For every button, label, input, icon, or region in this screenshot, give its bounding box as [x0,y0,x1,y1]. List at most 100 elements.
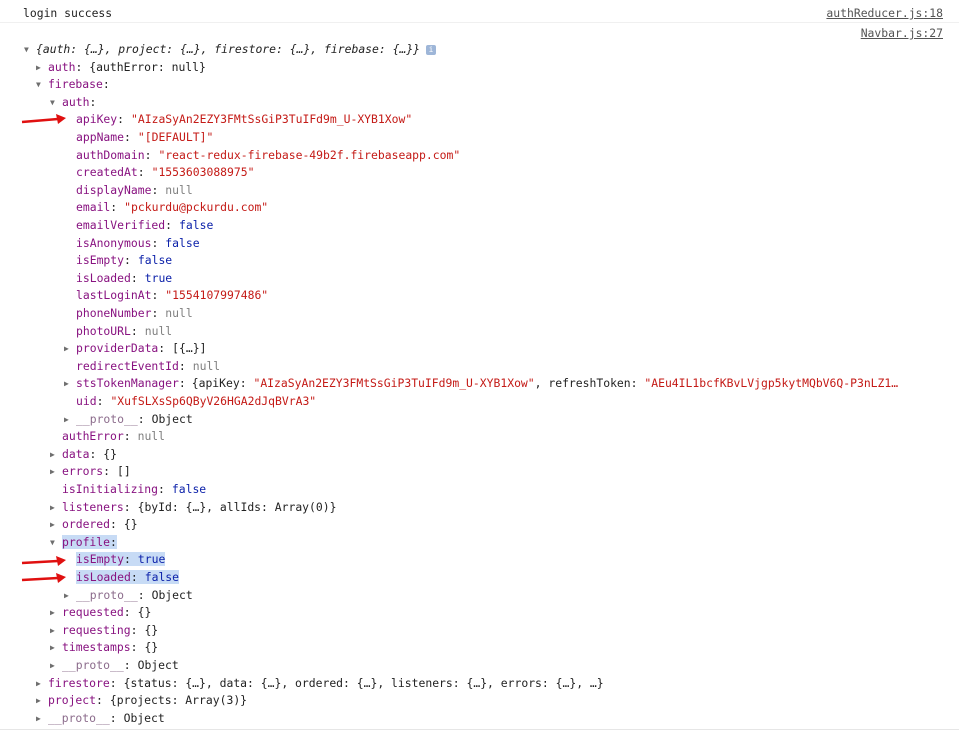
console-message: login success [23,6,113,20]
tree-row: createdAt: "1553603088975" [64,164,254,182]
property-value: {byId: {…}, allIds: Array(0)} [137,499,337,514]
tree-row[interactable]: ▶ timestamps:{} [50,639,158,657]
collapsed-triangle-icon[interactable]: ▶ [50,446,62,464]
tree-row: isEmpty: true [64,551,166,569]
property-value: {authError: null} [89,59,206,74]
object-preview: {auth: {…}, project: {…}, firestore: {…}… [36,42,421,56]
property-key: auth [48,59,76,74]
property-key: isEmpty [76,552,125,567]
tree-row[interactable]: ▶ listeners: {byId: {…}, allIds: Array(0)} [50,499,336,517]
arrow-annotation-isempty [21,556,66,566]
tree-row[interactable]: ▶ auth: {authError: null} [36,59,206,77]
collapsed-triangle-icon[interactable]: ▶ [50,604,62,622]
property-key: redirectEventId [76,358,179,373]
collapsed-triangle-icon[interactable]: ▶ [64,411,76,429]
sts-key-refreshtoken: refreshToken [548,376,631,391]
tree-row[interactable]: ▼ {auth: {…}, project: {…}, firestore: {…… [24,41,437,59]
collapsed-triangle-icon[interactable]: ▶ [50,657,62,675]
collapsed-triangle-icon[interactable]: ▶ [50,516,62,534]
tree-row[interactable]: ▼ profile: [50,534,117,552]
expanded-triangle-icon[interactable]: ▼ [50,534,62,552]
tree-row[interactable]: ▶ __proto__: Object [36,710,165,728]
collapsed-triangle-icon[interactable]: ▶ [36,692,48,710]
property-value: true [137,552,166,567]
property-key: isEmpty [76,253,125,268]
property-value: {} [144,622,159,637]
key-colon: : [102,77,110,92]
tree-row[interactable]: ▶ providerData: [{…}] [64,340,206,358]
property-key: authError [62,429,124,444]
expanded-triangle-icon[interactable]: ▼ [24,41,36,59]
key-colon: : [130,270,138,285]
tree-row[interactable]: ▶ ordered: {} [50,516,138,534]
tree-row[interactable]: ▶ requesting:{} [50,622,158,640]
collapsed-triangle-icon[interactable]: ▶ [50,463,62,481]
key-colon: : [178,376,186,391]
property-value: {} [144,640,159,655]
expanded-triangle-icon[interactable]: ▼ [36,76,48,94]
sts-value-apikey: "AIzaSyAn2EZY3FMtSsGiP3TuIFd9m_U-XYB1Xow… [253,376,535,391]
key-colon: : [109,710,117,725]
property-key: email [76,200,111,215]
property-key: isInitializing [62,482,159,496]
expanded-triangle-icon[interactable]: ▼ [50,94,62,112]
collapsed-triangle-icon[interactable]: ▶ [36,710,48,728]
key-colon: : [137,411,145,426]
tree-row[interactable]: ▼ firebase: [36,76,110,94]
key-colon: : [124,253,131,268]
key-colon: : [89,94,97,109]
tree-row[interactable]: ▶ data:{} [50,446,117,464]
property-key: authDomain [76,147,145,162]
property-key: emailVerified [76,218,166,232]
key-colon: : [137,587,145,602]
collapsed-triangle-icon[interactable]: ▶ [50,639,62,657]
key-colon: : [124,130,131,144]
property-value: {} [123,517,138,532]
property-key: phoneNumber [76,306,152,320]
tree-row[interactable]: ▶ __proto__: Object [50,657,179,675]
property-value: true [144,270,173,285]
property-value: null [144,323,173,338]
collapsed-triangle-icon[interactable]: ▶ [50,622,62,640]
property-key: requested [62,605,124,620]
tree-row: isEmpty: false [64,252,172,270]
key-colon: : [96,693,103,708]
property-key: __proto__ [76,411,138,426]
info-icon[interactable]: i [426,44,437,55]
tree-row[interactable]: ▶ errors: [] [50,463,131,481]
property-value: "AIzaSyAn2EZY3FMtSsGiP3TuIFd9m_U-XYB1Xow… [131,112,413,127]
property-value: Object [137,658,179,672]
collapsed-triangle-icon[interactable]: ▶ [64,340,76,358]
collapsed-triangle-icon[interactable]: ▶ [36,59,48,77]
key-colon: : [123,658,131,672]
collapsed-triangle-icon[interactable]: ▶ [64,375,76,393]
sts-colon: : [630,376,645,391]
tree-row[interactable]: ▶ __proto__: Object [64,411,193,429]
collapsed-triangle-icon[interactable]: ▶ [50,499,62,517]
source-link-navbar[interactable]: Navbar.js:27 [861,24,943,42]
tree-row[interactable]: ▶ stsTokenManager: {apiKey: "AIzaSyAn2EZY3… [64,375,898,393]
tree-row: isInitializing: false [50,481,206,499]
collapsed-triangle-icon[interactable]: ▶ [36,675,48,693]
property-key: timestamps [62,640,131,655]
collapsed-triangle-icon[interactable]: ▶ [64,587,76,605]
property-key: __proto__ [76,587,138,602]
tree-row[interactable]: ▶ firestore: {status: {…}, data: {…}, orde… [36,675,604,693]
property-key: isLoaded [76,570,131,584]
property-key: stsTokenManager [76,376,179,391]
property-value: false [179,218,214,232]
source-link-authreducer[interactable]: authReducer.js:18 [826,4,943,22]
key-colon: : [130,570,138,584]
property-key: listeners [62,499,124,514]
tree-row[interactable]: ▶ requested: {} [50,604,151,622]
tree-row[interactable]: ▼ auth: [50,94,96,112]
property-value: "[DEFAULT]" [137,130,214,144]
property-value: Object [151,411,193,426]
tree-row: apiKey: "AIzaSyAn2EZY3FMtSsGiP3TuIFd9m_U-… [64,111,412,129]
sts-comma: , [534,376,549,391]
sts-key-apikey: apiKey [198,376,240,391]
tree-row[interactable]: ▶ __proto__: Object [64,587,193,605]
property-value: {} [137,605,152,620]
property-value: Object [123,710,165,725]
tree-row[interactable]: ▶ project: {projects: Array(3)} [36,692,247,710]
